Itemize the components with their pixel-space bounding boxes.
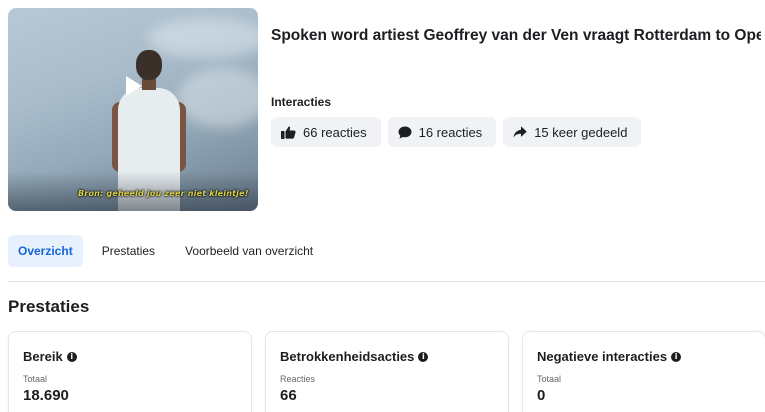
comments-chip[interactable]: 16 reacties xyxy=(387,117,497,147)
info-icon[interactable]: i xyxy=(671,351,682,362)
video-subtitle: Bron: geheeld jou zeer niet kleintje! xyxy=(78,189,249,198)
tab-overzicht[interactable]: Overzicht xyxy=(8,235,83,267)
video-thumbnail[interactable]: Bron: geheeld jou zeer niet kleintje! xyxy=(8,8,258,211)
post-title: Spoken word artiest Geoffrey van der Ven… xyxy=(271,27,761,44)
info-icon[interactable]: i xyxy=(418,351,429,362)
shares-chip[interactable]: 15 keer gedeeld xyxy=(503,117,642,147)
metric-card-value: 18.690 xyxy=(23,387,69,404)
metric-card-title: Betrokkenheidsacties i xyxy=(280,349,429,364)
share-icon xyxy=(513,126,527,138)
cloud-shape xyxy=(178,68,258,128)
metric-card-sublabel: Totaal xyxy=(537,374,562,384)
metric-card-title-text: Betrokkenheidsacties xyxy=(280,349,415,364)
interactions-label: Interacties xyxy=(271,95,332,109)
metric-card-title-text: Bereik xyxy=(23,349,63,364)
metric-card-negatieve-interacties[interactable]: Negatieve interacties i Totaal 0 xyxy=(522,331,765,412)
cloud-shape xyxy=(148,18,258,58)
metric-card-betrokkenheidsacties[interactable]: Betrokkenheidsacties i Reacties 66 xyxy=(265,331,509,412)
comment-icon xyxy=(398,126,412,138)
play-icon[interactable] xyxy=(126,76,142,96)
reactions-chip-label: 66 reacties xyxy=(303,124,367,140)
interaction-chips: 66 reacties 16 reacties 15 keer gedeeld xyxy=(271,117,642,147)
shares-chip-label: 15 keer gedeeld xyxy=(534,124,628,140)
metric-card-title: Bereik i xyxy=(23,349,77,364)
metric-card-value: 66 xyxy=(280,387,297,404)
reactions-chip[interactable]: 66 reacties xyxy=(271,117,381,147)
tab-voorbeeld-van-overzicht[interactable]: Voorbeeld van overzicht xyxy=(175,235,323,267)
metric-card-sublabel: Totaal xyxy=(23,374,48,384)
comments-chip-label: 16 reacties xyxy=(418,124,483,140)
thumbs-up-icon xyxy=(281,126,296,139)
tab-bar: Overzicht Prestaties Voorbeeld van overz… xyxy=(8,235,323,267)
metric-card-bereik[interactable]: Bereik i Totaal 18.690 xyxy=(8,331,252,412)
tab-prestaties[interactable]: Prestaties xyxy=(92,235,165,267)
metric-card-value: 0 xyxy=(537,387,546,404)
section-title: Prestaties xyxy=(8,297,90,316)
divider xyxy=(8,281,765,282)
info-icon[interactable]: i xyxy=(66,351,77,362)
metric-card-title: Negatieve interacties i xyxy=(537,349,682,364)
metric-card-title-text: Negatieve interacties xyxy=(537,349,668,364)
metric-card-sublabel: Reacties xyxy=(280,374,316,384)
